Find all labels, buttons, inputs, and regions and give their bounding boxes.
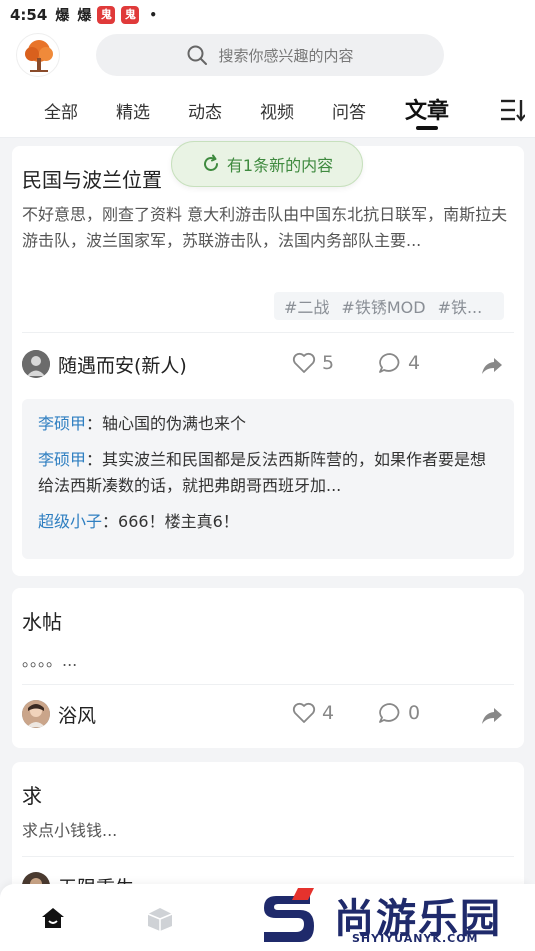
- like-button[interactable]: 5: [292, 352, 334, 374]
- comment-previews[interactable]: 李硕甲：轴心国的伪满也来个 李硕甲：其实波兰和民国都是反法西斯阵营的，如果作者要…: [22, 399, 514, 559]
- heart-icon: [292, 702, 316, 723]
- category-tabs: 全部 精选 动态 视频 问答 文章: [0, 82, 535, 138]
- tab-qa[interactable]: 问答: [332, 98, 366, 123]
- status-time: 4:54: [10, 6, 48, 24]
- share-icon[interactable]: [480, 356, 504, 376]
- tab-articles[interactable]: 文章: [405, 93, 449, 125]
- divider: [22, 684, 514, 685]
- new-content-toast[interactable]: 有1条新的内容: [171, 141, 363, 187]
- like-count: 5: [322, 352, 335, 374]
- comment-count: 0: [408, 702, 421, 724]
- comment-button[interactable]: 4: [378, 352, 420, 374]
- author-name[interactable]: 随遇而安(新人): [58, 351, 187, 378]
- comment-text: 轴心国的伪满也来个: [102, 414, 247, 433]
- divider: [22, 332, 514, 333]
- author-row: 随遇而安(新人): [22, 346, 514, 382]
- divider: [22, 856, 514, 857]
- comment-text: 666！楼主真6！: [118, 512, 239, 531]
- comment-user[interactable]: 超级小子: [38, 512, 102, 531]
- post-excerpt: 不好意思，刚查了资料 意大利游击队由中国东北抗日联军，南斯拉夫游击队，波兰国家军…: [22, 205, 508, 250]
- search-icon: [187, 45, 208, 65]
- tab-menu-icon[interactable]: [499, 98, 525, 122]
- post-card[interactable]: 水帖 。。。。... 浴风 4 0: [12, 588, 524, 748]
- search-placeholder: 搜索你感兴趣的内容: [218, 46, 354, 65]
- tab-featured[interactable]: 精选: [116, 98, 150, 123]
- post-excerpt: 求点小钱钱...: [22, 821, 118, 840]
- status-badge-2: 鬼: [121, 6, 140, 24]
- status-icon-1: 爆: [55, 8, 70, 24]
- status-bar: 4:54 爆 爆 鬼 鬼 •: [0, 0, 535, 30]
- post-title[interactable]: 水帖: [22, 606, 62, 635]
- avatar[interactable]: [22, 700, 50, 728]
- comment-preview: 李硕甲：其实波兰和民国都是反法西斯阵营的，如果作者要是想给法西斯凑数的话，就把弗…: [38, 450, 487, 495]
- refresh-icon: [203, 154, 218, 171]
- app-logo-avatar[interactable]: [16, 33, 60, 77]
- tab-videos[interactable]: 视频: [260, 98, 294, 123]
- share-icon[interactable]: [480, 706, 504, 726]
- tag-chip[interactable]: #铁锈MOD: [341, 294, 425, 318]
- status-badge-1: 鬼: [97, 6, 116, 24]
- post-title[interactable]: 求: [22, 780, 42, 809]
- top-bar: 搜索你感兴趣的内容: [0, 30, 535, 82]
- status-dot: •: [149, 8, 157, 22]
- author-name[interactable]: 浴风: [58, 701, 96, 728]
- active-tab-indicator: [416, 126, 438, 130]
- like-button[interactable]: 4: [292, 702, 334, 724]
- heart-icon: [292, 352, 316, 373]
- comment-button[interactable]: 0: [378, 702, 420, 724]
- comment-preview: 超级小子：666！楼主真6！: [38, 512, 239, 531]
- watermark-brand-en: SHYIYUANYK.COM: [352, 932, 479, 945]
- comment-bubble-icon: [379, 353, 400, 373]
- post-excerpt: 。。。。...: [22, 651, 78, 670]
- brand-s-icon: [264, 888, 314, 942]
- tab-all[interactable]: 全部: [44, 98, 78, 123]
- comment-count: 4: [408, 352, 421, 374]
- post-tags: #二战 #铁锈MOD #铁...: [274, 292, 504, 320]
- tag-chip[interactable]: #二战: [284, 294, 329, 318]
- status-icon-2: 爆: [77, 8, 92, 24]
- comment-text: 其实波兰和民国都是反法西斯阵营的，如果作者要是想给法西斯凑数的话，就把弗朗哥西班…: [38, 450, 487, 495]
- tab-updates[interactable]: 动态: [188, 98, 222, 123]
- comment-user[interactable]: 李硕甲: [38, 414, 86, 433]
- avatar[interactable]: [22, 350, 50, 378]
- comment-bubble-icon: [379, 703, 400, 723]
- post-title[interactable]: 民国与波兰位置: [22, 164, 162, 193]
- home-icon[interactable]: [40, 906, 66, 930]
- author-row: 浴风: [22, 696, 514, 732]
- box-icon[interactable]: [146, 906, 174, 932]
- post-card[interactable]: 民国与波兰位置 不好意思，刚查了资料 意大利游击队由中国东北抗日联军，南斯拉夫游…: [12, 146, 524, 576]
- watermark-logo: 尚游乐园 SHYIYUANYK.COM: [254, 884, 535, 951]
- search-input[interactable]: 搜索你感兴趣的内容: [96, 34, 444, 76]
- toast-text: 有1条新的内容: [226, 156, 334, 175]
- comment-preview: 李硕甲：轴心国的伪满也来个: [38, 414, 247, 433]
- like-count: 4: [322, 702, 335, 724]
- tag-chip[interactable]: #铁...: [438, 294, 483, 318]
- comment-user[interactable]: 李硕甲: [38, 450, 86, 469]
